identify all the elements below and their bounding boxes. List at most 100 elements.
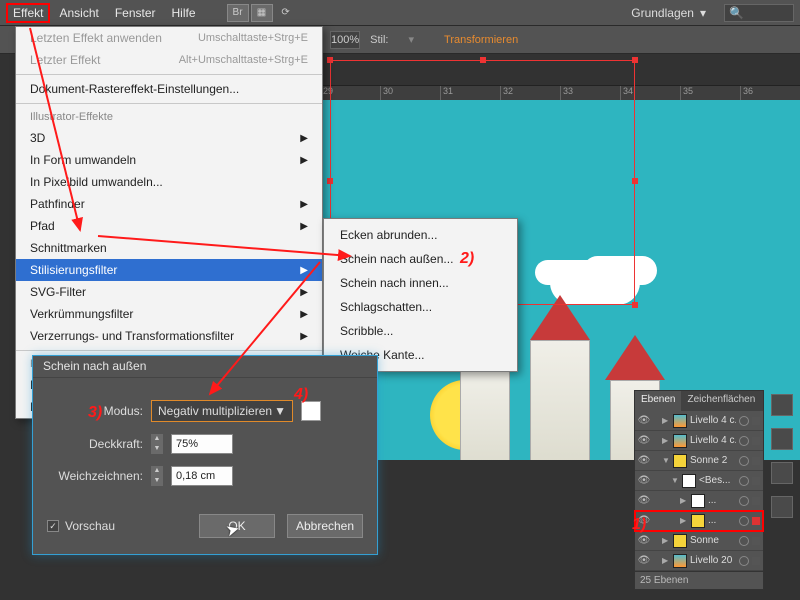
- layer-row[interactable]: 👁 ▶ Livello 4 c...: [635, 411, 763, 431]
- layer-row[interactable]: 👁 ▶...: [635, 511, 763, 531]
- disclosure-triangle[interactable]: ▼: [662, 456, 670, 465]
- dock-icon-libraries[interactable]: [771, 428, 793, 450]
- anchor-handle[interactable]: [632, 302, 638, 308]
- submenu-drop-shadow[interactable]: Schlagschatten...: [324, 295, 517, 319]
- target-icon[interactable]: [739, 556, 749, 566]
- disclosure-triangle[interactable]: ▶: [680, 516, 688, 525]
- mode-dropdown[interactable]: Negativ multiplizieren ▼: [151, 400, 293, 422]
- sync-icon[interactable]: ⟳: [275, 4, 297, 22]
- dock-icon-layers[interactable]: [771, 496, 793, 518]
- menu-ansicht[interactable]: Ansicht: [52, 3, 105, 23]
- layer-row[interactable]: 👁 ▼ Sonne 2: [635, 451, 763, 471]
- tab-layers[interactable]: Ebenen: [635, 391, 681, 411]
- visibility-toggle[interactable]: 👁: [638, 555, 650, 567]
- menu-hilfe[interactable]: Hilfe: [165, 3, 203, 23]
- opacity-field[interactable]: 75%: [171, 434, 233, 454]
- layer-name[interactable]: ...: [708, 515, 736, 526]
- anchor-handle[interactable]: [327, 57, 333, 63]
- selection-indicator: [752, 457, 760, 465]
- layer-name[interactable]: Sonne: [690, 535, 736, 546]
- visibility-toggle[interactable]: 👁: [638, 435, 650, 447]
- submenu-scribble[interactable]: Scribble...: [324, 319, 517, 343]
- dock-icon-swatches[interactable]: [771, 394, 793, 416]
- mode-value: Negativ multiplizieren: [158, 404, 272, 418]
- arrange-docs-icon[interactable]: ▦: [251, 4, 273, 22]
- layer-name[interactable]: Livello 4 c...: [690, 435, 736, 446]
- submenu-inner-glow[interactable]: Schein nach innen...: [324, 271, 517, 295]
- dock-icon-appearance[interactable]: [771, 462, 793, 484]
- menu-item-convert-shape[interactable]: In Form umwandeln▶: [16, 149, 322, 171]
- blur-field[interactable]: 0,18 cm: [171, 466, 233, 486]
- target-icon[interactable]: [739, 456, 749, 466]
- submenu-round-corners[interactable]: Ecken abrunden...: [324, 223, 517, 247]
- target-icon[interactable]: [739, 436, 749, 446]
- menu-effekt[interactable]: Effekt: [6, 3, 50, 23]
- layer-row[interactable]: 👁 ▼ <Bes...: [635, 471, 763, 491]
- preview-checkbox[interactable]: ✓ Vorschau: [47, 519, 115, 533]
- disclosure-triangle[interactable]: ▶: [662, 436, 670, 445]
- menu-item-path[interactable]: Pfad▶: [16, 215, 322, 237]
- opacity-stepper[interactable]: ▲▼: [151, 434, 163, 454]
- target-icon[interactable]: [739, 536, 749, 546]
- menu-item-rasterize[interactable]: In Pixelbild umwandeln...: [16, 171, 322, 193]
- chevron-down-icon: ▾: [408, 33, 414, 46]
- menu-item-stylize[interactable]: Stilisierungsfilter▶: [16, 259, 322, 281]
- preview-label: Vorschau: [65, 519, 115, 533]
- visibility-toggle[interactable]: 👁: [638, 475, 650, 487]
- anchor-handle[interactable]: [480, 57, 486, 63]
- submenu-outer-glow[interactable]: Schein nach außen...: [324, 247, 517, 271]
- anchor-handle[interactable]: [327, 178, 333, 184]
- anchor-handle[interactable]: [632, 178, 638, 184]
- layer-row[interactable]: 👁 ▶...: [635, 491, 763, 511]
- disclosure-triangle[interactable]: ▶: [662, 416, 670, 425]
- tab-artboards[interactable]: Zeichenflächen: [681, 391, 761, 411]
- layer-thumbnail: [673, 434, 687, 448]
- dialog-title: Schein nach außen: [33, 356, 377, 378]
- layer-row[interactable]: 👁 ▶ Livello 20: [635, 551, 763, 571]
- layer-thumbnail: [673, 414, 687, 428]
- visibility-toggle[interactable]: 👁: [638, 535, 650, 547]
- menu-item-doc-raster[interactable]: Dokument-Rastereffekt-Einstellungen...: [16, 78, 322, 100]
- bridge-icon[interactable]: Br: [227, 4, 249, 22]
- layer-row[interactable]: 👁 ▶ Sonne: [635, 531, 763, 551]
- disclosure-triangle[interactable]: ▶: [680, 496, 688, 505]
- disclosure-triangle[interactable]: ▼: [671, 476, 679, 485]
- menu-item-warp[interactable]: Verkrümmungsfilter▶: [16, 303, 322, 325]
- target-icon[interactable]: [739, 516, 749, 526]
- layer-thumbnail: [691, 514, 705, 528]
- layer-row[interactable]: 👁 ▶ Livello 4 c...: [635, 431, 763, 451]
- selection-indicator: [752, 497, 760, 505]
- layer-name[interactable]: ...: [708, 495, 736, 506]
- visibility-toggle[interactable]: 👁: [638, 515, 650, 527]
- layer-name[interactable]: Livello 20: [690, 555, 736, 566]
- selection-indicator: [752, 417, 760, 425]
- menu-item-cropmarks[interactable]: Schnittmarken: [16, 237, 322, 259]
- menu-fenster[interactable]: Fenster: [108, 3, 163, 23]
- disclosure-triangle[interactable]: ▶: [662, 556, 670, 565]
- layer-name[interactable]: <Bes...: [699, 475, 736, 486]
- style-label: Stil:: [370, 34, 388, 46]
- anchor-handle[interactable]: [632, 57, 638, 63]
- transform-link[interactable]: Transformieren: [444, 34, 518, 46]
- blur-stepper[interactable]: ▲▼: [151, 466, 163, 486]
- visibility-toggle[interactable]: 👁: [638, 455, 650, 467]
- target-icon[interactable]: [739, 496, 749, 506]
- chevron-down-icon: ▾: [700, 6, 706, 20]
- layer-name[interactable]: Sonne 2: [690, 455, 736, 466]
- search-input[interactable]: 🔍: [724, 4, 794, 22]
- menu-item-3d[interactable]: 3D▶: [16, 127, 322, 149]
- menu-item-distort-transform[interactable]: Verzerrungs- und Transformationsfilter▶: [16, 325, 322, 347]
- visibility-toggle[interactable]: 👁: [638, 495, 650, 507]
- menu-item-pathfinder[interactable]: Pathfinder▶: [16, 193, 322, 215]
- zoom-field[interactable]: 100%: [330, 31, 360, 49]
- cancel-button[interactable]: Abbrechen: [287, 514, 363, 538]
- menubar: Effekt Ansicht Fenster Hilfe Br ▦ ⟳ Grun…: [0, 0, 800, 26]
- target-icon[interactable]: [739, 416, 749, 426]
- menu-item-svg-filter[interactable]: SVG-Filter▶: [16, 281, 322, 303]
- disclosure-triangle[interactable]: ▶: [662, 536, 670, 545]
- visibility-toggle[interactable]: 👁: [638, 415, 650, 427]
- glow-color-swatch[interactable]: [301, 401, 321, 421]
- workspace-selector[interactable]: Grundlagen ▾: [623, 4, 714, 22]
- layer-name[interactable]: Livello 4 c...: [690, 415, 736, 426]
- target-icon[interactable]: [739, 476, 749, 486]
